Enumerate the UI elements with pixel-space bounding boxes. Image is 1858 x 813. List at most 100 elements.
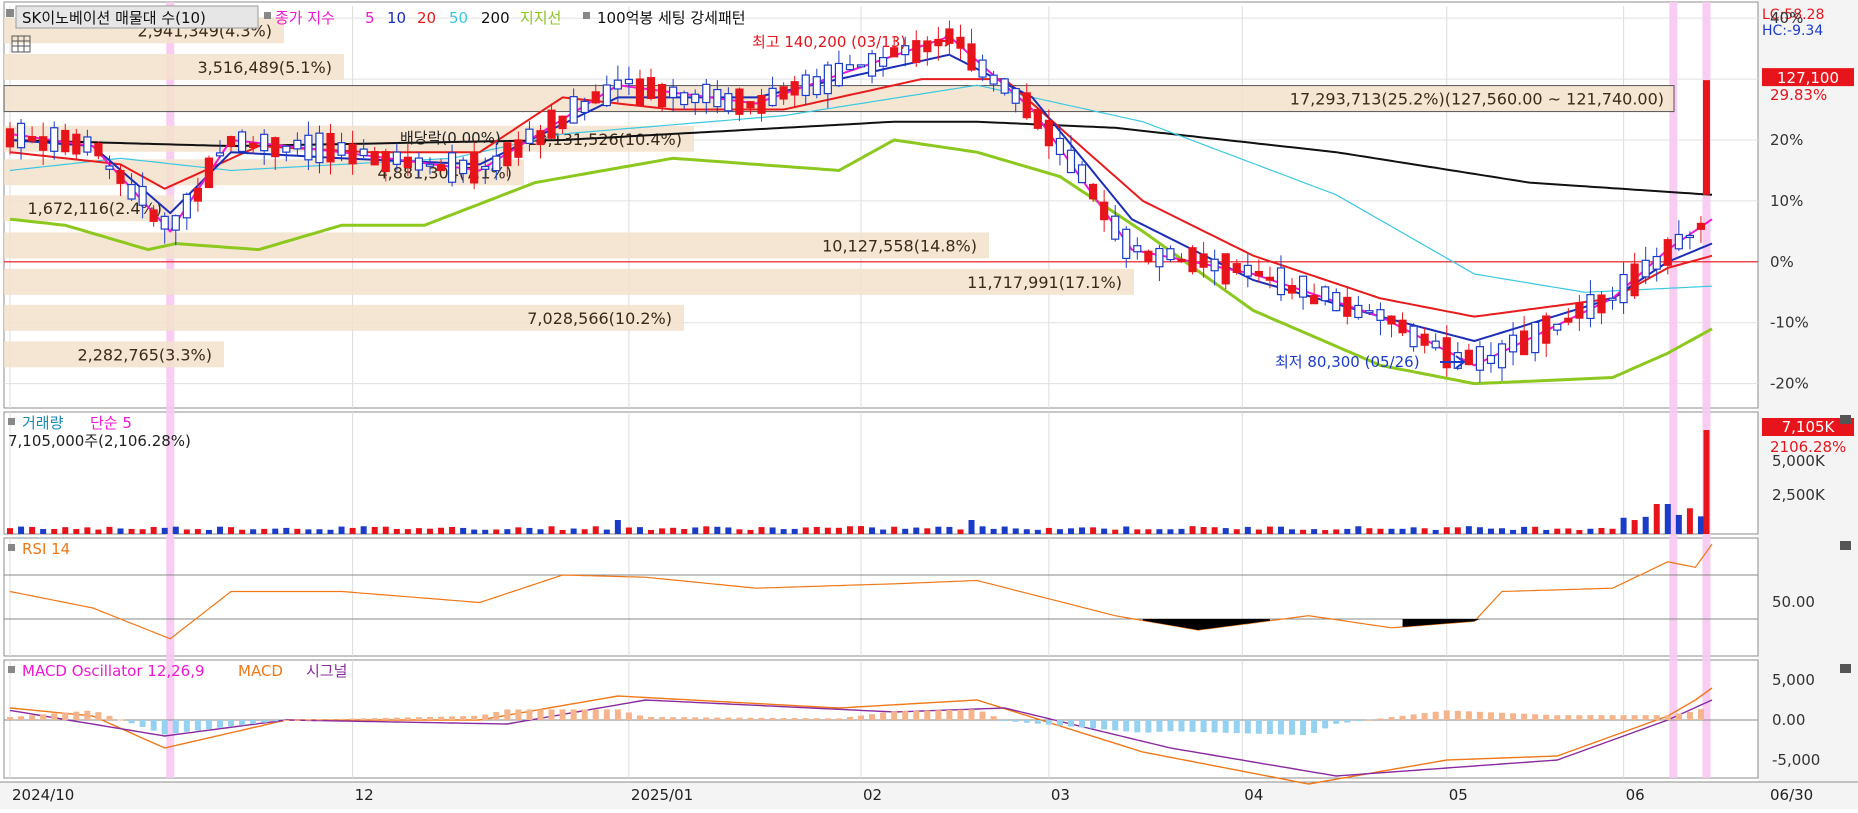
candle-body	[304, 134, 313, 161]
volume-bar	[515, 527, 522, 534]
volume-bar	[1277, 526, 1284, 534]
macd-oscillator-bar	[747, 717, 754, 720]
macd-oscillator-bar	[1277, 720, 1284, 735]
macd-oscillator-bar	[1697, 709, 1704, 720]
candle-body	[1100, 201, 1109, 221]
macd-legend-macd: MACD	[238, 662, 283, 680]
volume-bar	[194, 529, 201, 534]
legend-support: 지지선	[520, 9, 561, 27]
macd-oscillator-bar	[18, 716, 25, 720]
volume-bar	[703, 526, 710, 534]
volume-bar	[349, 527, 356, 534]
macd-oscillator-bar	[216, 720, 223, 728]
volume-profile-label: 7,028,566(10.2%)	[527, 309, 672, 328]
macd-oscillator-bar	[183, 720, 190, 732]
macd-oscillator-bar	[592, 709, 599, 720]
volume-bar	[1322, 529, 1329, 534]
legend-square-icon	[6, 9, 14, 17]
candle-body	[525, 128, 534, 145]
volume-bar	[1366, 528, 1373, 534]
volume-bar	[1266, 526, 1273, 534]
volume-bar	[692, 527, 699, 534]
legend-ma-period: 200	[481, 9, 510, 27]
candle-body	[923, 40, 932, 53]
candle-body	[271, 137, 280, 158]
candle-body	[249, 142, 258, 149]
legend-pattern: 100억봉 세팅 강세패턴	[597, 9, 746, 27]
macd-oscillator-bar	[1399, 715, 1406, 720]
candle-body	[61, 129, 70, 153]
candle-body	[425, 163, 435, 167]
volume-bar	[95, 529, 102, 534]
candle-body	[724, 93, 733, 112]
candle-body	[436, 164, 446, 172]
macd-oscillator-bar	[835, 718, 842, 720]
macd-oscillator-bar	[150, 720, 157, 731]
panel-close-icon	[1840, 664, 1851, 673]
candle-body	[1575, 302, 1584, 319]
volume-bar	[1609, 528, 1616, 534]
low-price-label: 최저 80,300 (05/26)	[1275, 353, 1420, 371]
macd-oscillator-bar	[460, 716, 467, 720]
x-axis-label: 05	[1449, 786, 1468, 804]
macd-oscillator-bar	[1012, 720, 1019, 722]
volume-bar	[880, 529, 887, 534]
candle-body	[447, 152, 457, 183]
candle-body	[867, 53, 877, 77]
candle-body	[1608, 297, 1617, 301]
macd-oscillator-bar	[802, 718, 809, 720]
macd-oscillator-bar	[780, 718, 787, 720]
candle-body	[1387, 315, 1396, 325]
candle-body	[978, 59, 987, 78]
macd-oscillator-bar	[1156, 720, 1163, 732]
candle-body	[1553, 323, 1562, 331]
candle-body	[1398, 319, 1407, 334]
volume-bar	[968, 520, 975, 534]
macd-oscillator-bar	[1609, 715, 1616, 720]
macd-oscillator-bar	[261, 720, 268, 723]
volume-bar	[603, 529, 610, 534]
macd-oscillator-bar	[139, 720, 146, 727]
candle-body	[182, 193, 191, 219]
panel-close-icon	[1840, 415, 1851, 424]
macd-oscillator-bar	[1244, 720, 1251, 734]
volume-bar	[1476, 527, 1483, 534]
macd-oscillator-bar	[349, 718, 356, 720]
macd-oscillator-bar	[1664, 715, 1671, 720]
candle-body	[1564, 317, 1573, 323]
volume-bar	[802, 527, 809, 534]
macd-oscillator-bar	[294, 719, 301, 721]
candle-body	[1674, 233, 1683, 250]
current-price-value: 127,100	[1777, 69, 1839, 87]
volume-bar	[216, 526, 223, 534]
volume-bar	[1012, 528, 1019, 534]
volume-bar	[1399, 528, 1406, 534]
macd-oscillator-bar	[161, 720, 168, 735]
candle-body	[503, 142, 512, 167]
candle-body	[1685, 234, 1694, 239]
macd-oscillator-bar	[924, 710, 931, 720]
candle-body	[635, 78, 645, 106]
macd-oscillator-bar	[1090, 720, 1097, 729]
rsi-legend: RSI 14	[22, 540, 70, 558]
x-axis-label: 06/30	[1770, 786, 1813, 804]
volume-bar	[636, 527, 643, 534]
candle-body	[1630, 263, 1639, 297]
candle-body	[1199, 253, 1208, 268]
candle-body	[757, 95, 766, 114]
volume-profile-label: 10,127,558(14.8%)	[822, 236, 977, 255]
x-axis-label: 04	[1244, 786, 1263, 804]
volume-bar	[139, 529, 146, 534]
current-change-value: 29.83%	[1770, 86, 1827, 104]
macd-oscillator-bar	[1543, 714, 1550, 720]
volume-bar	[316, 529, 323, 534]
macd-oscillator-bar	[360, 718, 367, 720]
macd-oscillator-bar	[692, 717, 699, 720]
candle-body	[1221, 253, 1230, 285]
volume-bar	[327, 529, 334, 534]
candle-body	[1000, 78, 1009, 94]
macd-oscillator-bar	[305, 719, 312, 721]
volume-bar	[913, 527, 920, 534]
volume-bar	[1565, 528, 1572, 534]
volume-bar	[648, 529, 655, 534]
